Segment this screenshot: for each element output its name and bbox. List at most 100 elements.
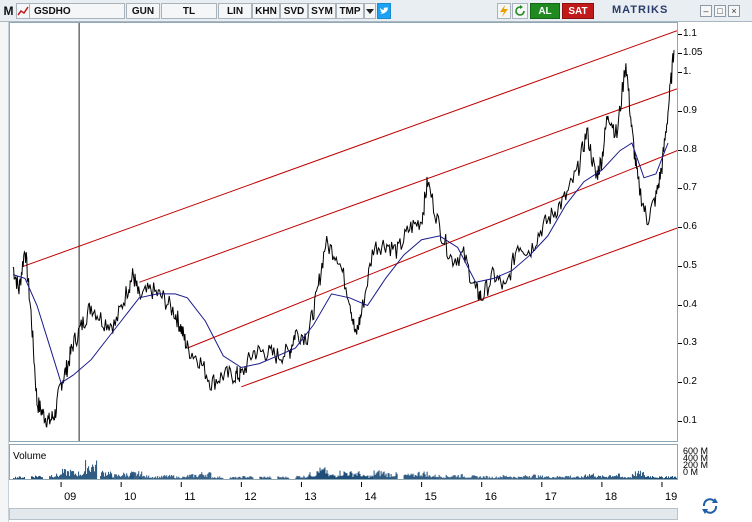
volume-bar	[556, 476, 558, 479]
volume-bar	[428, 475, 430, 479]
volume-bar	[190, 474, 192, 479]
volume-bar	[60, 474, 62, 479]
volume-bar	[537, 475, 539, 479]
volume-bar	[410, 473, 412, 479]
volume-bar	[297, 476, 299, 479]
volume-bar	[197, 477, 199, 479]
volume-bar	[467, 477, 469, 479]
maximize-icon[interactable]: □	[714, 5, 726, 17]
volume-bar	[111, 476, 113, 479]
volume-bar	[524, 475, 526, 479]
volume-bar	[431, 476, 433, 479]
volume-bar	[279, 477, 281, 479]
volume-bar	[145, 477, 147, 479]
volume-bar	[133, 471, 135, 479]
volume-bar	[607, 476, 609, 479]
volume-bar	[132, 472, 134, 479]
volume-bar	[152, 477, 154, 479]
scale-button[interactable]: LIN	[218, 3, 252, 19]
currency-button[interactable]: TL	[161, 3, 217, 19]
sym-button[interactable]: SYM	[308, 3, 336, 19]
volume-bar	[507, 476, 509, 479]
volume-bar	[563, 477, 565, 479]
volume-bar	[72, 471, 74, 479]
y-tick-mark	[678, 33, 682, 35]
volume-bar	[667, 478, 668, 479]
volume-bar	[527, 477, 529, 479]
volume-bar	[278, 476, 280, 479]
volume-bar	[461, 474, 463, 479]
volume-bar	[208, 472, 210, 479]
volume-bar	[356, 475, 358, 479]
khn-button[interactable]: KHN	[252, 3, 280, 19]
chevron-down-icon[interactable]	[364, 3, 376, 19]
volume-bar	[86, 474, 88, 479]
volume-bar	[22, 477, 23, 479]
volume-bar	[451, 476, 453, 479]
buy-button[interactable]: AL	[530, 3, 560, 19]
volume-bar	[561, 476, 563, 479]
symbol-field[interactable]: GSDHO	[29, 3, 125, 19]
volume-bar	[156, 478, 158, 479]
volume-bar	[317, 471, 319, 479]
volume-bar	[350, 471, 352, 479]
volume-bar	[564, 476, 566, 479]
y-tick-mark	[678, 149, 682, 151]
volume-bar	[242, 476, 244, 479]
refresh-icon[interactable]	[512, 3, 528, 19]
volume-bar	[494, 477, 496, 479]
menu-button[interactable]: M	[2, 3, 15, 19]
volume-bar	[462, 477, 464, 479]
volume-bar	[304, 477, 306, 479]
sell-button[interactable]: SAT	[562, 3, 594, 19]
volume-bar	[352, 476, 354, 479]
volume-bar	[50, 476, 52, 479]
volume-bar	[305, 478, 307, 479]
volume-bar	[168, 476, 170, 479]
volume-bar	[314, 476, 316, 479]
moving-average-line	[12, 142, 669, 384]
volume-bar	[201, 472, 203, 479]
volume-bar	[479, 476, 481, 479]
volume-bar	[488, 476, 490, 479]
close-icon[interactable]: ×	[728, 5, 740, 17]
volume-bar	[383, 471, 385, 479]
volume-bar	[423, 471, 425, 479]
volume-bar	[531, 476, 533, 479]
tmp-button[interactable]: TMP	[336, 3, 364, 19]
volume-bar	[592, 473, 594, 479]
price-series-line	[12, 50, 675, 428]
volume-bar	[546, 476, 548, 479]
volume-bar	[328, 476, 330, 479]
volume-bar	[318, 474, 320, 479]
svd-button[interactable]: SVD	[280, 3, 308, 19]
minimize-icon[interactable]: –	[700, 5, 712, 17]
volume-bar	[392, 476, 394, 479]
volume-bar	[626, 477, 628, 479]
volume-bar	[473, 475, 475, 479]
volume-bar	[171, 475, 173, 479]
volume-bar	[194, 474, 196, 479]
volume-bar	[380, 471, 382, 479]
volume-bar	[95, 464, 97, 479]
sync-icon[interactable]	[700, 497, 720, 515]
chart-type-icon[interactable]	[16, 3, 30, 19]
y-tick-label: 1.1	[683, 27, 697, 39]
volume-bar	[574, 477, 576, 479]
volume-bar	[109, 474, 111, 479]
volume-bar	[366, 475, 368, 479]
y-tick-label: 1.	[683, 66, 692, 78]
volume-bar	[106, 475, 108, 479]
period-button[interactable]: GUN	[126, 3, 160, 19]
volume-bar	[666, 476, 667, 479]
volume-bar	[611, 476, 613, 479]
volume-bar	[676, 477, 677, 479]
bolt-icon[interactable]	[497, 3, 511, 19]
volume-bar	[179, 478, 181, 479]
horizontal-scrollbar[interactable]	[9, 508, 678, 520]
volume-bar	[474, 476, 476, 479]
twitter-icon[interactable]	[377, 3, 391, 19]
y-tick-label: 0.2	[683, 375, 697, 387]
volume-bar	[653, 476, 654, 479]
volume-bar	[232, 477, 234, 479]
